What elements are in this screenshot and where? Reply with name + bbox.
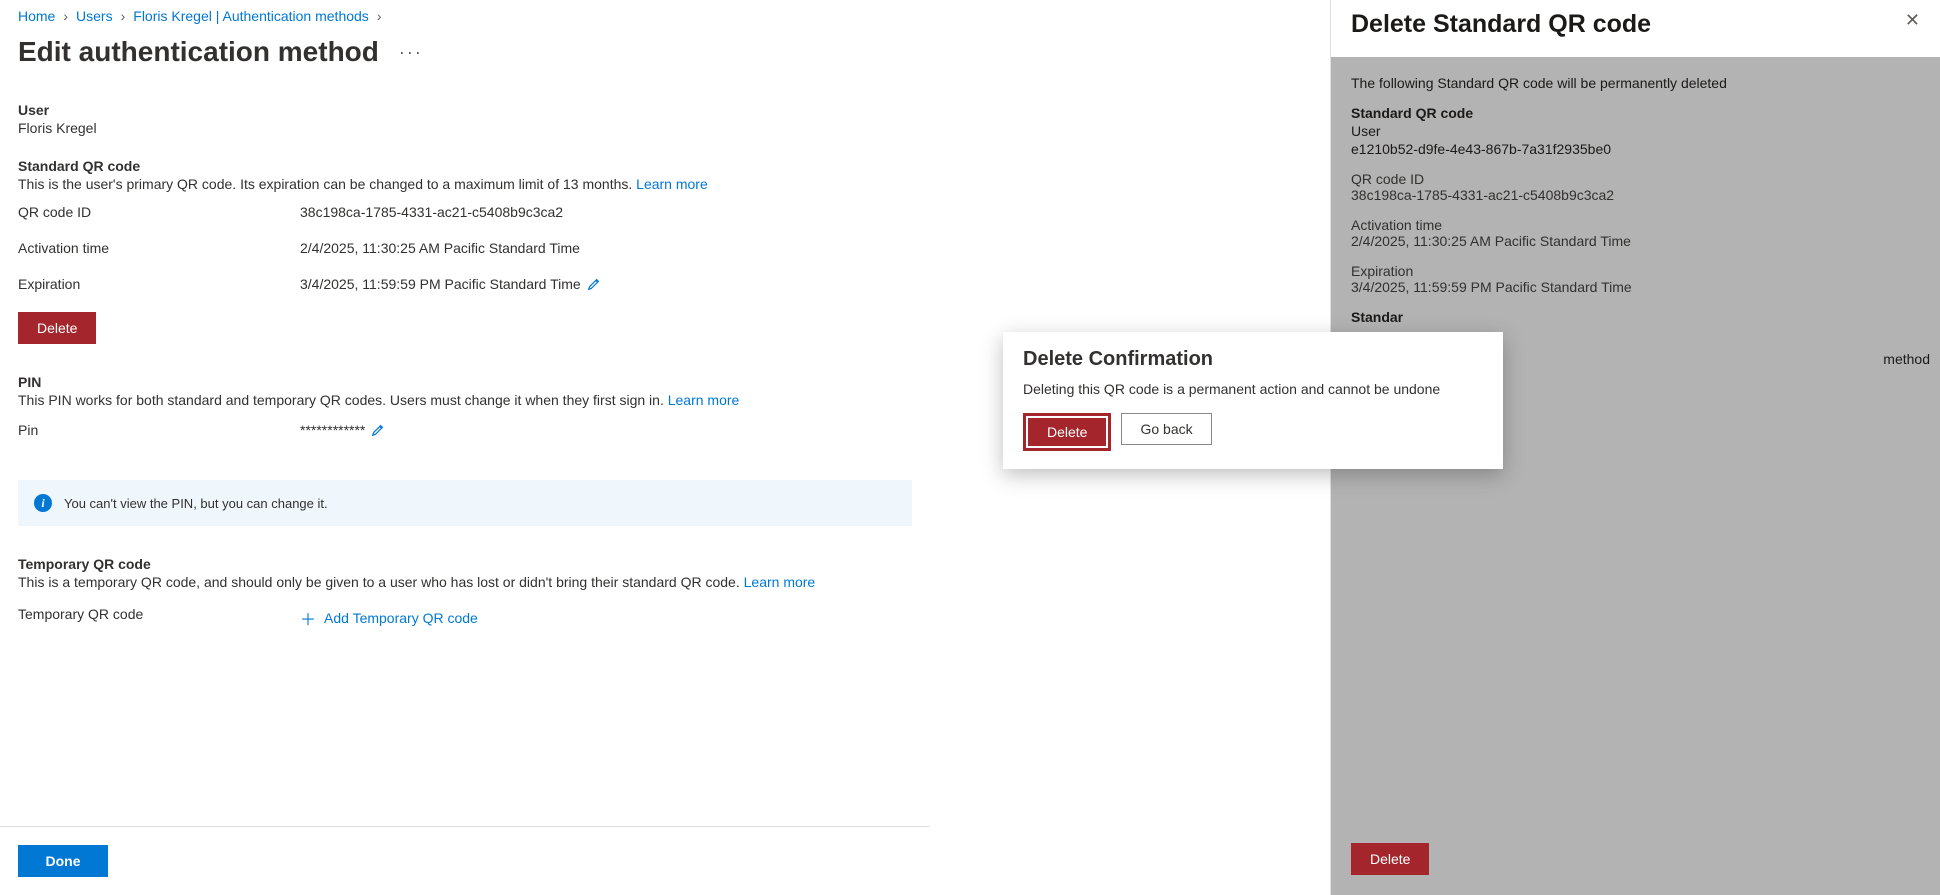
edit-icon[interactable] [587,277,601,291]
pin-desc: This PIN works for both standard and tem… [18,392,912,408]
breadcrumb-home[interactable]: Home [18,8,55,24]
activation-value: 2/4/2025, 11:30:25 AM Pacific Standard T… [300,240,580,256]
expiration-label: Expiration [18,276,300,292]
more-actions-button[interactable]: ··· [399,42,423,63]
pin-learn-more-link[interactable]: Learn more [668,392,740,408]
main-content: Home › Users › Floris Kregel | Authentic… [0,0,930,895]
page-title: Edit authentication method [18,36,379,68]
popup-delete-highlight: Delete [1023,413,1111,451]
footer-bar: Done [0,826,930,895]
temp-qr-learn-more-link[interactable]: Learn more [744,574,816,590]
info-icon: i [34,494,52,512]
std-qr-learn-more-link[interactable]: Learn more [636,176,708,192]
panel-expiration-value: 3/4/2025, 11:59:59 PM Pacific Standard T… [1351,279,1920,295]
popup-goback-button[interactable]: Go back [1121,413,1211,445]
pin-heading: PIN [18,374,912,390]
pin-value: ************ [300,422,365,438]
done-button[interactable]: Done [18,845,108,877]
close-icon[interactable]: ✕ [1905,10,1920,31]
delete-std-qr-button[interactable]: Delete [18,312,96,344]
plus-icon: ＋ [300,606,316,630]
temp-qr-heading: Temporary QR code [18,556,912,572]
panel-id-value: 38c198ca-1785-4331-ac21-c5408b9c3ca2 [1351,187,1920,203]
panel-id-label: QR code ID [1351,171,1920,187]
panel-intro: The following Standard QR code will be p… [1351,75,1920,91]
breadcrumb-user-auth[interactable]: Floris Kregel | Authentication methods [133,8,369,24]
chevron-right-icon: › [121,8,126,24]
panel-delete-button[interactable]: Delete [1351,843,1429,875]
panel-expiration-label: Expiration [1351,263,1920,279]
temp-qr-row-label: Temporary QR code [18,606,300,630]
expiration-value: 3/4/2025, 11:59:59 PM Pacific Standard T… [300,276,581,292]
activation-label: Activation time [18,240,300,256]
panel-user-value: e1210b52-d9fe-4e43-867b-7a31f2935be0 [1351,141,1920,157]
breadcrumb: Home › Users › Floris Kregel | Authentic… [18,8,912,24]
user-label: User [18,102,912,118]
chevron-right-icon: › [63,8,68,24]
panel-heading: Standard QR code [1351,105,1920,121]
edit-icon[interactable] [371,423,385,437]
panel-activation-label: Activation time [1351,217,1920,233]
delete-confirmation-dialog: Delete Confirmation Deleting this QR cod… [1003,332,1503,469]
breadcrumb-users[interactable]: Users [76,8,113,24]
popup-title: Delete Confirmation [1023,348,1483,371]
panel-title: Delete Standard QR code [1351,10,1651,39]
panel-activation-value: 2/4/2025, 11:30:25 AM Pacific Standard T… [1351,233,1920,249]
std-qr-desc: This is the user's primary QR code. Its … [18,176,912,192]
panel-user-label: User [1351,123,1920,139]
pin-label: Pin [18,422,300,438]
panel-warn-heading: Standar [1351,309,1920,325]
user-name: Floris Kregel [18,120,912,136]
chevron-right-icon: › [377,8,382,24]
pin-info-banner: i You can't view the PIN, but you can ch… [18,480,912,526]
popup-delete-button[interactable]: Delete [1028,418,1106,446]
temp-qr-desc: This is a temporary QR code, and should … [18,574,912,590]
pin-banner-text: You can't view the PIN, but you can chan… [64,496,328,511]
qr-id-label: QR code ID [18,204,300,220]
std-qr-heading: Standard QR code [18,158,912,174]
popup-message: Deleting this QR code is a permanent act… [1023,381,1483,397]
qr-id-value: 38c198ca-1785-4331-ac21-c5408b9c3ca2 [300,204,563,220]
add-temp-qr-button[interactable]: ＋ Add Temporary QR code [300,606,478,630]
